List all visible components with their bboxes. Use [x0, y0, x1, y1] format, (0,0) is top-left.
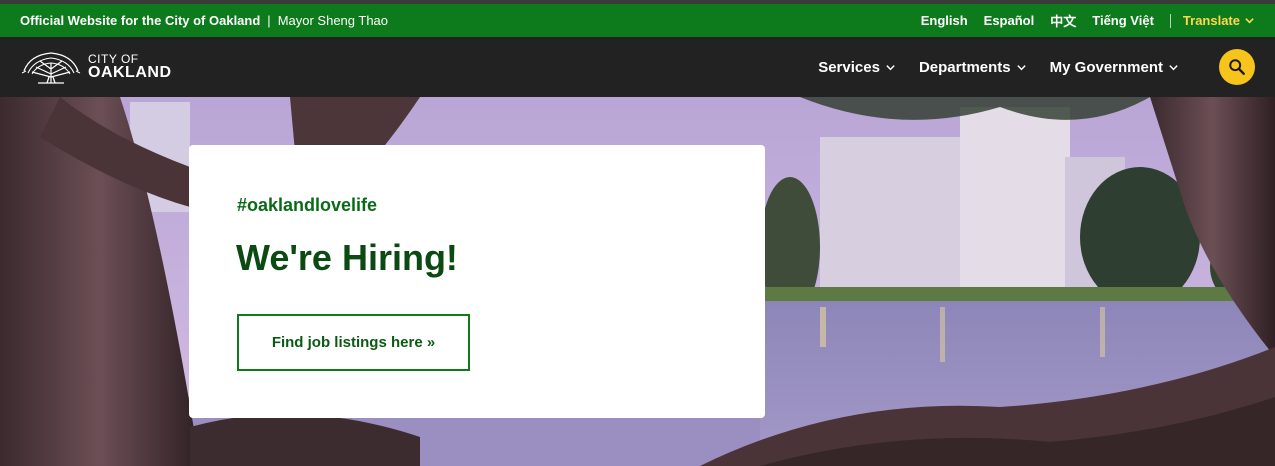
nav-departments-label: Departments: [918, 58, 1011, 76]
hero-banner: #oaklandlovelife We're Hiring! Find job …: [0, 97, 1275, 466]
translate-label: Translate: [1182, 13, 1240, 28]
main-navigation: CITY OF OAKLAND Services Departments My …: [0, 37, 1275, 97]
translate-button[interactable]: Translate: [1183, 13, 1255, 28]
chevron-down-icon: [886, 64, 895, 70]
language-divider: [1169, 13, 1171, 28]
logo-line-oakland: OAKLAND: [88, 64, 172, 81]
logo-wordmark: CITY OF OAKLAND: [88, 53, 172, 81]
chevron-down-icon: [1245, 18, 1254, 24]
nav-menu: Services Departments My Government: [818, 59, 1179, 76]
official-site-bar: Official Website for the City of Oakland…: [0, 4, 1275, 37]
hiring-card: #oaklandlovelife We're Hiring! Find job …: [189, 145, 765, 418]
language-selector: English Español 中文 Tiếng Việt Translate: [921, 11, 1255, 30]
nav-departments[interactable]: Departments: [919, 59, 1027, 76]
nav-my-government[interactable]: My Government: [1050, 59, 1179, 76]
nav-services-label: Services: [818, 58, 880, 76]
official-site-info: Official Website for the City of Oakland…: [20, 13, 388, 28]
find-job-listings-button[interactable]: Find job listings here »: [237, 314, 470, 371]
chevron-down-icon: [1169, 64, 1178, 70]
official-website-label: Official Website for the City of Oakland: [20, 13, 261, 28]
lang-english[interactable]: English: [921, 13, 968, 28]
nav-my-government-label: My Government: [1049, 58, 1163, 76]
lang-chinese[interactable]: 中文: [1050, 11, 1076, 30]
city-of-oakland-logo[interactable]: CITY OF OAKLAND: [20, 47, 172, 87]
lang-vietnamese[interactable]: Tiếng Việt: [1092, 13, 1154, 28]
nav-services[interactable]: Services: [818, 59, 896, 76]
separator: |: [267, 13, 271, 28]
hashtag-label: #oaklandlovelife: [237, 195, 378, 215]
hero-headline: We're Hiring!: [236, 237, 458, 278]
oak-tree-icon: [21, 52, 81, 84]
search-icon: [1229, 59, 1245, 75]
search-button[interactable]: [1219, 49, 1255, 85]
chevron-down-icon: [1016, 64, 1026, 70]
mayor-label[interactable]: Mayor Sheng Thao: [278, 13, 388, 28]
lang-spanish[interactable]: Español: [984, 13, 1035, 28]
